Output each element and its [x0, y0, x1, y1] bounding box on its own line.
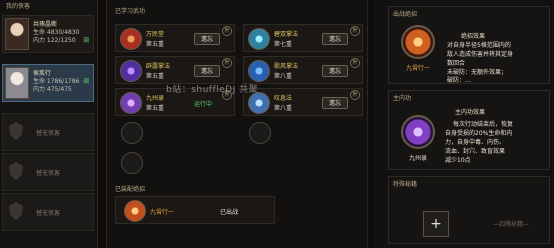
character-mp: 内力 122/1250	[33, 37, 76, 44]
ult-box: 出战绝招 九霄行一 绝招效果 对自身半径5格范围内的 敌人造成伤害并将其定身 数…	[388, 6, 550, 84]
tune-button[interactable]: 调	[83, 76, 89, 85]
wave-skill-icon	[248, 60, 270, 82]
empty-slot-label: 替无侠客	[35, 170, 60, 177]
skill-name: 歌风掌法	[274, 63, 299, 70]
skill-card[interactable]: 辟露掌法 第五重 遗忘 升	[115, 56, 235, 84]
skill-level: 第五重	[146, 73, 165, 80]
empty-skill-slot[interactable]	[249, 122, 271, 144]
ult-effect-line: 破防：…	[447, 77, 472, 84]
learned-skills-title: 已学习武功	[115, 8, 146, 15]
special-hint: —四路秘籍—	[493, 221, 530, 228]
detail-panel: 出战绝招 九霄行一 绝招效果 对自身半径5格范围内的 敌人造成伤害并将其定身 数…	[374, 0, 554, 248]
tune-button[interactable]: 调	[83, 35, 89, 44]
installed-ult-card[interactable]: 九霄行一 已出战	[115, 196, 275, 224]
empty-slot-label: 替无侠客	[35, 210, 60, 217]
watermark: b站：shuffleDJ 共聚	[166, 85, 259, 95]
internal-effect-line: 流血、封穴、致盲效果	[445, 148, 506, 155]
forget-button[interactable]: 遗忘	[194, 65, 220, 77]
ult-effect-line: 数回合	[447, 60, 466, 67]
character-list-panel: 我的侠客 共琢晶断 生命 4830/4830 内力 122/1250 调 侯疾行…	[0, 0, 98, 248]
skill-level: 第五重	[146, 41, 165, 48]
fire-skill-icon	[120, 28, 142, 50]
forget-button[interactable]: 遗忘	[322, 97, 348, 109]
special-box: 特殊秘籍 + —四路秘籍—	[388, 176, 550, 244]
skill-name: 碧双掌法	[274, 31, 299, 38]
empty-skill-slot[interactable]	[121, 152, 143, 174]
ult-big-icon[interactable]	[401, 25, 435, 59]
internal-effect-line: 自身受损的20%生命和内	[445, 130, 513, 137]
sigh-skill-icon	[248, 92, 270, 114]
skill-level: 第八重	[274, 73, 293, 80]
ult-caption: 九霄行一	[405, 65, 430, 72]
internal-caption: 九州录	[408, 155, 427, 162]
skill-card[interactable]: 碧双掌法 第七重 遗忘 升	[243, 24, 363, 52]
ult-header: 出战绝招	[393, 11, 418, 18]
ult-name: 九霄行一	[150, 209, 175, 216]
skills-panel: 已学习武功 万民堂 第五重 遗忘 升 碧双掌法 第七重 遗忘 升 辟露掌法 第五…	[106, 0, 368, 248]
wind-skill-icon	[248, 28, 270, 50]
empty-character-slot[interactable]: 替无侠客	[2, 193, 94, 231]
ult-effect-line: 敌人造成伤害并将其定身	[447, 51, 514, 58]
equipped-status: 已出战	[220, 209, 239, 216]
internal-effect-title: 主内功效果	[455, 109, 486, 116]
forget-button[interactable]: 遗忘	[194, 33, 220, 45]
empty-skill-slot[interactable]	[121, 122, 143, 144]
character-list-title: 我的侠客	[6, 3, 31, 10]
running-status: 运行中	[194, 101, 213, 108]
upgrade-badge[interactable]: 升	[350, 58, 360, 68]
internal-effect-line: 减少10点	[445, 157, 471, 164]
installed-ult-title: 已装配绝招	[115, 186, 146, 193]
internal-effect-line: 力，自身中毒、内伤、	[445, 139, 506, 146]
empty-slot-label: 替无侠客	[35, 130, 60, 137]
skill-name: 九州录	[146, 95, 165, 102]
avatar	[5, 18, 29, 50]
empty-character-slot[interactable]: 替无侠客	[2, 153, 94, 191]
upgrade-badge[interactable]: 升	[350, 26, 360, 36]
ult-skill-icon	[124, 200, 146, 222]
lightning-skill-icon	[120, 60, 142, 82]
avatar	[5, 67, 29, 99]
upgrade-badge[interactable]: 升	[222, 26, 232, 36]
forget-button[interactable]: 遗忘	[322, 65, 348, 77]
skill-level: 第七重	[274, 41, 293, 48]
character-slot-2[interactable]: 侯疾行 生命 1786/1786 内力 475/475 调	[2, 64, 94, 102]
skill-card[interactable]: 万民堂 第五重 遗忘 升	[115, 24, 235, 52]
skill-name: 叹息法	[274, 95, 293, 102]
skill-level: 第八重	[274, 105, 293, 112]
ult-effect-line: 对自身半径5格范围内的	[447, 42, 511, 49]
empty-character-slot[interactable]: 替无侠客	[2, 113, 94, 151]
character-mp: 内力 475/475	[33, 86, 72, 93]
skill-level: 第五重	[146, 105, 165, 112]
add-special-button[interactable]: +	[423, 211, 449, 237]
ult-effect-title: 绝招效果	[461, 33, 486, 40]
skill-name: 辟露掌法	[146, 63, 171, 70]
upgrade-badge[interactable]: 升	[222, 58, 232, 68]
internal-effect-line: 每次行动结束后，恢复	[453, 121, 514, 128]
skill-name: 万民堂	[146, 31, 165, 38]
internal-big-icon[interactable]	[401, 115, 435, 149]
skill-card[interactable]: 叹息法 第八重 遗忘 升	[243, 88, 363, 116]
forget-button[interactable]: 遗忘	[322, 33, 348, 45]
internal-skill-icon	[120, 92, 142, 114]
upgrade-badge[interactable]: 升	[350, 90, 360, 100]
internal-header: 主内功	[393, 95, 412, 102]
character-slot-1[interactable]: 共琢晶断 生命 4830/4830 内力 122/1250 调	[2, 15, 94, 53]
skill-card[interactable]: 歌风掌法 第八重 遗忘 升	[243, 56, 363, 84]
special-header: 特殊秘籍	[393, 181, 418, 188]
internal-box: 主内功 九州录 主内功效果 每次行动结束后，恢复 自身受损的20%生命和内 力，…	[388, 90, 550, 170]
